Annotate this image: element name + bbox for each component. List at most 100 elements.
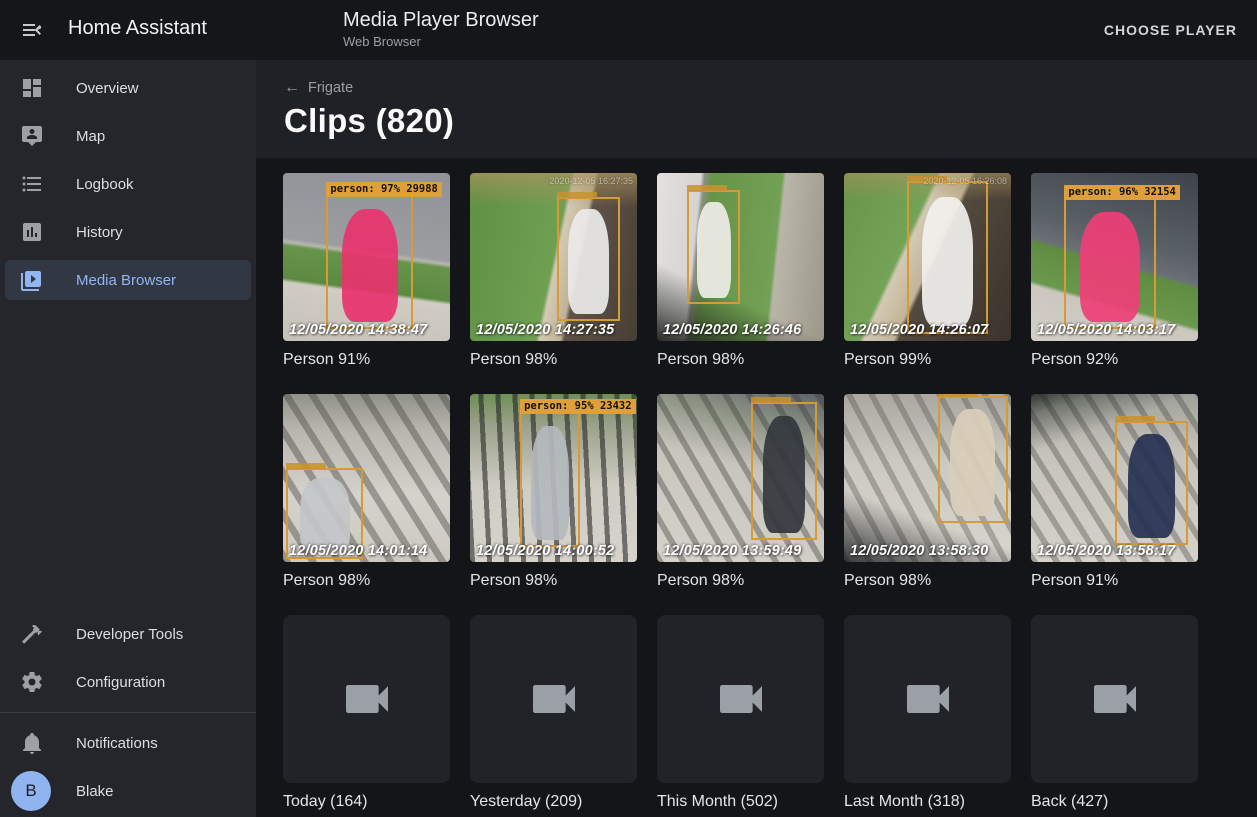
detection-label: person: 95% 23432 (520, 399, 635, 414)
person-figure (342, 209, 398, 322)
detection-box (907, 181, 987, 334)
sidebar-item-media-browser[interactable]: Media Browser (0, 256, 256, 304)
clip-thumbnail[interactable]: 12/05/2020 13:59:49 (657, 394, 824, 562)
folder-label: Back (427) (1031, 792, 1198, 812)
person-figure (1128, 434, 1175, 539)
clip-thumbnail[interactable]: person: 96% 32154 12/05/2020 14:03:17 (1031, 173, 1198, 341)
clips-grid-area: person: 97% 29988 12/05/2020 14:38:47 Pe… (256, 158, 1257, 817)
app-title: Home Assistant (68, 17, 207, 40)
folder-thumbnail[interactable] (657, 615, 824, 783)
history-chart-icon (20, 220, 44, 244)
folder-card-today[interactable]: Today (164) (283, 615, 450, 817)
sidebar-divider (0, 712, 256, 713)
clip-card[interactable]: 2020-12-05 16:26:08 12/05/2020 14:26:07 … (844, 173, 1011, 384)
clip-card[interactable]: 12/05/2020 13:58:30 Person 98% (844, 394, 1011, 605)
person-figure (1080, 212, 1140, 323)
person-figure (922, 197, 974, 327)
appbar-page-heading: Media Player Browser Web Browser (343, 8, 539, 50)
app-bar: Home Assistant Media Player Browser Web … (0, 0, 1257, 60)
camera-osd-timestamp: 2020-12-05 16:26:08 (923, 176, 1007, 186)
clip-thumbnail[interactable]: person: 97% 29988 12/05/2020 14:38:47 (283, 173, 450, 341)
timestamp-overlay: 12/05/2020 14:03:17 (1037, 322, 1175, 338)
clip-caption: Person 91% (1031, 571, 1198, 591)
video-camera-icon (339, 671, 395, 727)
clip-thumbnail[interactable]: 12/05/2020 14:01:14 (283, 394, 450, 562)
detection-box (751, 402, 818, 540)
folder-label: Today (164) (283, 792, 450, 812)
media-browser-icon (20, 268, 44, 292)
clip-thumbnail[interactable]: 12/05/2020 13:58:30 (844, 394, 1011, 562)
sidebar-item-label: Configuration (76, 674, 165, 691)
logbook-list-icon (20, 172, 44, 196)
folder-thumbnail[interactable] (283, 615, 450, 783)
sidebar-item-label: Logbook (76, 176, 134, 193)
folder-card-last-month[interactable]: Last Month (318) (844, 615, 1011, 817)
person-figure (300, 478, 350, 553)
clip-thumbnail[interactable]: 12/05/2020 13:58:17 (1031, 394, 1198, 562)
timestamp-overlay: 12/05/2020 14:38:47 (289, 322, 427, 338)
folder-label: Last Month (318) (844, 792, 1011, 812)
clip-caption: Person 98% (283, 571, 450, 591)
appbar-page-subtitle: Web Browser (343, 33, 539, 50)
clip-card[interactable]: 12/05/2020 13:59:49 Person 98% (657, 394, 824, 605)
clip-card[interactable]: 12/05/2020 14:01:14 Person 98% (283, 394, 450, 605)
hammer-icon (20, 622, 44, 646)
folder-thumbnail[interactable] (844, 615, 1011, 783)
detection-box: person: 96% 32154 (1064, 198, 1156, 329)
clip-card[interactable]: person: 95% 23432 12/05/2020 14:00:52 Pe… (470, 394, 637, 605)
map-person-icon (20, 124, 44, 148)
sidebar-item-developer-tools[interactable]: Developer Tools (0, 610, 256, 658)
sidebar-item-label: Overview (76, 80, 139, 97)
folder-card-this-month[interactable]: This Month (502) (657, 615, 824, 817)
clip-card[interactable]: 2020-12-05 16:27:35 12/05/2020 14:27:35 … (470, 173, 637, 384)
sidebar-item-map[interactable]: Map (0, 112, 256, 160)
sidebar: Overview Map Logbook History Media Brows… (0, 60, 256, 817)
clip-thumbnail[interactable]: 12/05/2020 14:26:46 (657, 173, 824, 341)
sidebar-item-label: Map (76, 128, 105, 145)
clip-caption: Person 98% (470, 350, 637, 370)
clip-card[interactable]: 12/05/2020 14:26:46 Person 98% (657, 173, 824, 384)
folder-label: Yesterday (209) (470, 792, 637, 812)
clip-caption: Person 91% (283, 350, 450, 370)
person-figure (763, 416, 806, 532)
sidebar-item-label: Media Browser (76, 272, 176, 289)
timestamp-overlay: 12/05/2020 13:58:30 (850, 543, 988, 559)
timestamp-overlay: 12/05/2020 13:59:49 (663, 543, 801, 559)
timestamp-overlay: 12/05/2020 14:26:46 (663, 322, 801, 338)
detection-box (938, 396, 1008, 524)
sidebar-item-notifications[interactable]: Notifications (0, 719, 256, 767)
folder-card-yesterday[interactable]: Yesterday (209) (470, 615, 637, 817)
person-figure (697, 202, 731, 298)
dashboard-icon (20, 76, 44, 100)
video-camera-icon (900, 671, 956, 727)
sidebar-item-history[interactable]: History (0, 208, 256, 256)
sidebar-collapse-icon[interactable] (16, 14, 48, 46)
sidebar-item-label: Developer Tools (76, 626, 183, 643)
breadcrumb[interactable]: ← Frigate (284, 80, 353, 96)
sidebar-item-logbook[interactable]: Logbook (0, 160, 256, 208)
sidebar-item-profile[interactable]: B Blake (0, 767, 256, 815)
clip-caption: Person 98% (470, 571, 637, 591)
folder-card-back[interactable]: Back (427) (1031, 615, 1198, 817)
clip-thumbnail[interactable]: 2020-12-05 16:27:35 12/05/2020 14:27:35 (470, 173, 637, 341)
choose-player-button[interactable]: CHOOSE PLAYER (1094, 14, 1247, 46)
sidebar-item-label: Notifications (76, 735, 158, 752)
sidebar-item-configuration[interactable]: Configuration (0, 658, 256, 706)
clip-card[interactable]: 12/05/2020 13:58:17 Person 91% (1031, 394, 1198, 605)
folder-thumbnail[interactable] (470, 615, 637, 783)
sidebar-item-overview[interactable]: Overview (0, 64, 256, 112)
detection-box: person: 97% 29988 (326, 195, 413, 329)
detection-box: person: 95% 23432 (520, 412, 580, 546)
clip-thumbnail[interactable]: 2020-12-05 16:26:08 12/05/2020 14:26:07 (844, 173, 1011, 341)
video-camera-icon (713, 671, 769, 727)
clip-card[interactable]: person: 97% 29988 12/05/2020 14:38:47 Pe… (283, 173, 450, 384)
folder-thumbnail[interactable] (1031, 615, 1198, 783)
timestamp-overlay: 12/05/2020 14:26:07 (850, 322, 988, 338)
person-figure (950, 409, 995, 517)
detection-label: person: 96% 32154 (1064, 185, 1179, 200)
clip-thumbnail[interactable]: person: 95% 23432 12/05/2020 14:00:52 (470, 394, 637, 562)
back-arrow-icon: ← (284, 81, 300, 95)
clip-card[interactable]: person: 96% 32154 12/05/2020 14:03:17 Pe… (1031, 173, 1198, 384)
gear-icon (20, 670, 44, 694)
appbar-page-title: Media Player Browser (343, 8, 539, 33)
